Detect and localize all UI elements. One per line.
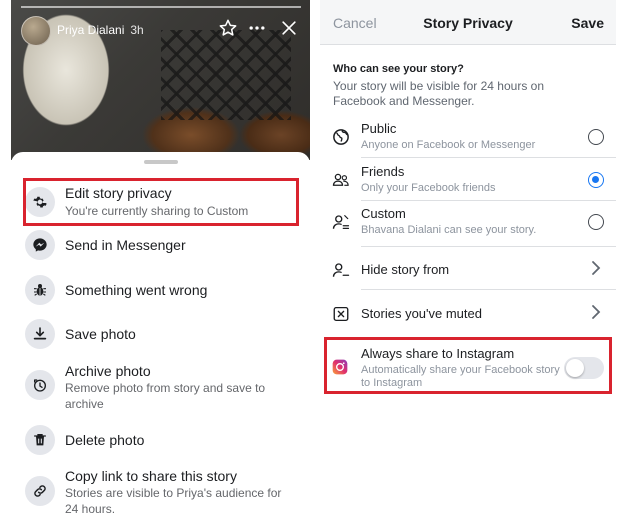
option-title: Friends (361, 164, 405, 179)
menu-item-report-problem[interactable]: Something went wrong (11, 275, 310, 305)
cancel-button[interactable]: Cancel (333, 15, 377, 31)
story-header: Priya Dialani 3h (21, 14, 301, 46)
menu-item-subtitle: Remove photo from story and save to arch… (65, 381, 266, 411)
radio-friends[interactable] (588, 172, 604, 188)
story-progress-bar (21, 6, 301, 8)
option-subtitle: Only your Facebook friends (361, 182, 496, 194)
radio-custom[interactable] (588, 214, 604, 230)
section-description: Your story will be visible for 24 hours … (333, 79, 544, 108)
option-custom[interactable]: Custom Bhavana Dialani can see your stor… (320, 204, 616, 247)
nav-bar: Story Privacy Cancel Save (320, 0, 616, 45)
more-icon[interactable] (245, 18, 269, 42)
download-icon (25, 319, 55, 349)
divider (361, 246, 616, 247)
link-title: Stories you've muted (361, 306, 482, 321)
bug-icon (25, 275, 55, 305)
highlight-box (23, 178, 299, 226)
hide-person-icon (332, 261, 350, 279)
muted-box-icon (332, 305, 350, 323)
friends-icon (332, 171, 350, 189)
sheet-grabber[interactable] (144, 160, 178, 164)
save-button[interactable]: Save (571, 15, 604, 31)
menu-item-archive-photo[interactable]: Archive photo Remove photo from story an… (11, 362, 310, 412)
menu-item-title: Send in Messenger (65, 237, 186, 253)
menu-item-subtitle: Stories are visible to Priya's audience … (65, 486, 282, 516)
user-name: Priya Dialani (57, 23, 125, 37)
menu-item-title: Delete photo (65, 432, 145, 448)
story-photo: Priya Dialani 3h (11, 0, 310, 160)
trash-icon (25, 425, 55, 455)
story-time: 3h (130, 23, 144, 37)
chevron-right-icon (590, 303, 602, 326)
link-stories-muted[interactable]: Stories you've muted (320, 300, 616, 330)
custom-person-icon (332, 213, 350, 231)
radio-public[interactable] (588, 129, 604, 145)
close-icon[interactable] (277, 18, 301, 42)
menu-item-title: Save photo (65, 326, 136, 342)
highlight-box (324, 337, 612, 394)
menu-item-copy-link[interactable]: Copy link to share this story Stories ar… (11, 468, 310, 528)
option-title: Custom (361, 206, 406, 221)
menu-item-delete-photo[interactable]: Delete photo (11, 425, 310, 455)
section-heading: Who can see your story? (333, 63, 464, 75)
divider (361, 157, 616, 158)
link-hide-story-from[interactable]: Hide story from (320, 256, 616, 290)
chevron-right-icon (590, 259, 602, 282)
avatar[interactable] (21, 16, 51, 46)
option-title: Public (361, 121, 397, 136)
menu-item-title: Archive photo (65, 363, 151, 379)
link-icon (25, 476, 55, 506)
option-public[interactable]: Public Anyone on Facebook or Messenger (320, 119, 616, 158)
menu-item-save-photo[interactable]: Save photo (11, 319, 310, 349)
menu-item-title: Something went wrong (65, 282, 208, 298)
story-panel: Priya Dialani 3h Edit story privacy You'r… (11, 0, 310, 530)
story-user[interactable]: Priya Dialani 3h (57, 23, 144, 37)
archive-clock-icon (25, 370, 55, 400)
option-friends[interactable]: Friends Only your Facebook friends (320, 162, 616, 201)
globe-icon (332, 128, 350, 146)
link-title: Hide story from (361, 262, 450, 277)
option-subtitle: Bhavana Dialani can see your story. (361, 224, 537, 236)
option-subtitle: Anyone on Facebook or Messenger (361, 139, 536, 151)
divider (361, 289, 616, 290)
story-privacy-screen: Story Privacy Cancel Save Who can see yo… (320, 0, 616, 530)
star-icon[interactable] (216, 18, 240, 42)
divider (361, 200, 616, 201)
menu-item-send-messenger[interactable]: Send in Messenger (11, 230, 310, 260)
menu-item-title: Copy link to share this story (65, 468, 237, 484)
messenger-icon (25, 230, 55, 260)
